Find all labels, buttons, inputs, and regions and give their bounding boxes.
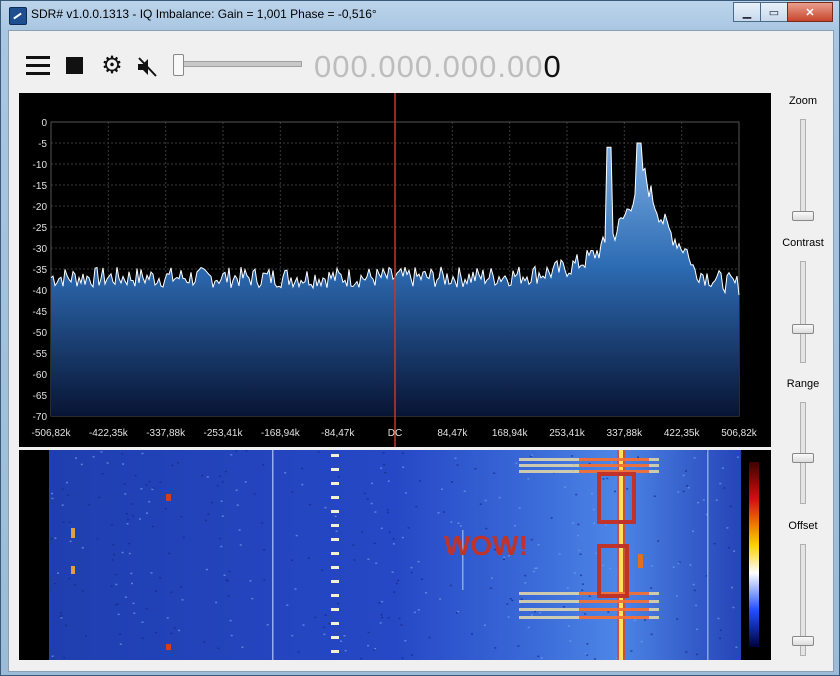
range-slider-thumb[interactable] xyxy=(792,453,814,463)
x-tick-label: DC xyxy=(388,428,402,439)
close-button[interactable]: ✕ xyxy=(787,2,833,22)
gear-icon[interactable]: ⚙ xyxy=(99,54,125,80)
y-tick-label: -15 xyxy=(33,181,48,192)
y-tick-label: -65 xyxy=(33,391,48,402)
frequency-display[interactable]: 000.000.000.000 xyxy=(314,49,562,85)
x-tick-label: -337,88k xyxy=(146,428,186,439)
y-tick-label: -60 xyxy=(33,370,48,381)
title-bar[interactable]: SDR# v1.0.0.1313 - IQ Imbalance: Gain = … xyxy=(1,1,839,29)
toolbar: ⚙ 000.000.000.000 xyxy=(9,31,833,91)
wow-annotation: WOW! xyxy=(444,530,528,561)
x-tick-label: 168,94k xyxy=(492,428,529,439)
window-title: SDR# v1.0.0.1313 - IQ Imbalance: Gain = … xyxy=(31,7,377,21)
contrast-slider-track[interactable] xyxy=(800,261,806,363)
speaker-muted-icon[interactable] xyxy=(135,55,161,81)
zoom-slider-thumb[interactable] xyxy=(792,211,814,221)
app-window: SDR# v1.0.0.1313 - IQ Imbalance: Gain = … xyxy=(0,0,840,676)
x-tick-label: 253,41k xyxy=(549,428,586,439)
x-tick-label: 422,35k xyxy=(664,428,701,439)
waterfall-color-scale xyxy=(749,462,759,647)
x-tick-label: -84,47k xyxy=(321,428,355,439)
y-tick-label: -20 xyxy=(33,202,48,213)
x-tick-label: 506,82k xyxy=(721,428,758,439)
volume-slider-thumb[interactable] xyxy=(173,54,184,76)
x-tick-label: -422,35k xyxy=(89,428,129,439)
zoom-slider-track[interactable] xyxy=(800,119,806,221)
x-tick-label: 337,88k xyxy=(607,428,644,439)
contrast-slider-thumb[interactable] xyxy=(792,324,814,334)
y-tick-label: -30 xyxy=(33,244,48,255)
x-axis-ticks: -506,82k -422,35k -337,88k -253,41k -168,94k… xyxy=(32,428,758,439)
waterfall-carrier-line xyxy=(272,450,274,660)
waterfall-strong-signal xyxy=(617,450,625,660)
y-tick-label: -40 xyxy=(33,286,48,297)
y-tick-label: -10 xyxy=(33,160,48,171)
stop-icon[interactable] xyxy=(66,57,83,74)
y-axis-ticks: 0 -5 -10 -15 -20 -25 -30 -35 -40 -45 -50 -55 -60 -65 -… xyxy=(33,118,48,423)
y-tick-label: -55 xyxy=(33,349,48,360)
waterfall-carrier-line xyxy=(707,450,709,660)
x-tick-label: -168,94k xyxy=(261,428,301,439)
main-client-area: ⚙ 000.000.000.000 0 -5 -10 -15 -20 -25 -… xyxy=(8,30,834,672)
y-tick-label: -5 xyxy=(38,139,47,150)
y-tick-label: -70 xyxy=(33,412,48,423)
x-tick-label: 84,47k xyxy=(437,428,468,439)
sdr-app-icon xyxy=(9,7,27,25)
y-tick-label: -50 xyxy=(33,328,48,339)
volume-slider-track[interactable] xyxy=(174,61,302,67)
minimize-button[interactable]: ▁ xyxy=(733,2,761,22)
maximize-button[interactable]: ▭ xyxy=(760,2,788,22)
x-tick-label: -506,82k xyxy=(32,428,72,439)
y-tick-label: -45 xyxy=(33,307,48,318)
offset-label: Offset xyxy=(788,520,818,532)
hamburger-menu-icon[interactable] xyxy=(26,53,52,79)
waterfall-display[interactable]: WOW! xyxy=(19,450,771,660)
spectrum-analyzer[interactable]: 0 -5 -10 -15 -20 -25 -30 -35 -40 -45 -50 -55 -60 -65 -… xyxy=(19,93,771,447)
zoom-label: Zoom xyxy=(788,95,818,107)
x-tick-label: -253,41k xyxy=(204,428,244,439)
contrast-label: Contrast xyxy=(782,237,824,249)
display-controls-panel: Zoom Contrast Range Offset xyxy=(773,93,833,671)
frequency-last-digit: 0 xyxy=(543,49,562,84)
waterfall-background xyxy=(49,450,741,660)
caption-buttons: ▁ ▭ ✕ xyxy=(733,2,833,22)
range-label: Range xyxy=(786,378,820,390)
y-tick-label: -25 xyxy=(33,223,48,234)
y-tick-label: -35 xyxy=(33,265,48,276)
offset-slider-thumb[interactable] xyxy=(792,636,814,646)
y-tick-label: 0 xyxy=(41,118,47,129)
frequency-digits: 000.000.000.00 xyxy=(314,49,544,84)
